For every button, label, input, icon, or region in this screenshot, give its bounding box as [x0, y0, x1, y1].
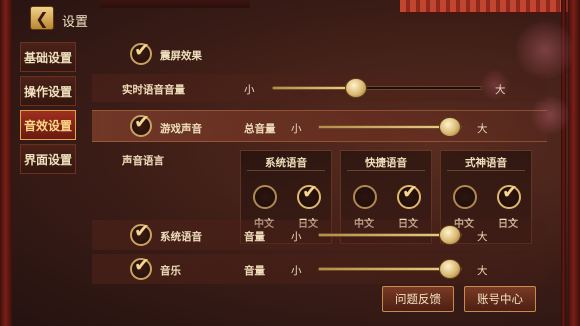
system-voice-label: 系统语音 [160, 231, 202, 243]
game-sound-checkbox[interactable] [130, 111, 152, 137]
chinese-radio[interactable] [353, 185, 377, 209]
game-sound-label: 游戏声音 [160, 123, 202, 135]
japanese-radio[interactable] [497, 181, 521, 209]
account-center-button[interactable]: 账号中心 [464, 286, 536, 312]
realtime-voice-max-label: 大 [495, 84, 506, 96]
page-title: 设置 [62, 15, 89, 30]
tab-basic-settings[interactable]: 基础设置 [20, 42, 76, 72]
system-voice-checkbox[interactable] [130, 220, 152, 246]
back-button[interactable]: ❮ [30, 6, 54, 30]
left-pillar [0, 0, 12, 326]
shake-checkbox[interactable] [130, 39, 152, 65]
system-voice-min-label: 小 [291, 231, 302, 243]
system-voice-volume-label: 音量 [244, 231, 265, 243]
group-divider [247, 170, 325, 171]
voice-language-label: 声音语言 [122, 155, 164, 167]
sidebar: 基础设置 操作设置 音效设置 界面设置 [20, 42, 76, 178]
chinese-radio[interactable] [253, 185, 277, 209]
music-volume-label: 音量 [244, 265, 265, 277]
game-sound-max-label: 大 [477, 123, 488, 135]
group-title: 快捷语音 [365, 157, 407, 169]
chevron-left-icon: ❮ [35, 8, 49, 28]
game-sound-min-label: 小 [291, 123, 302, 135]
realtime-voice-slider[interactable] [272, 78, 482, 98]
system-voice-row: 系统语音 音量 小 大 [92, 220, 547, 250]
group-divider [347, 170, 425, 171]
slider-fill [273, 87, 357, 89]
feedback-button[interactable]: 问题反馈 [382, 286, 454, 312]
shake-label: 震屏效果 [160, 50, 202, 62]
tab-interface-settings[interactable]: 界面设置 [20, 144, 76, 174]
music-checkbox[interactable] [130, 254, 152, 280]
game-sound-row: 游戏声音 总音量 小 大 [92, 110, 547, 142]
realtime-voice-label: 实时语音音量 [122, 84, 185, 96]
japanese-radio[interactable] [297, 181, 321, 209]
slider-knob[interactable] [345, 78, 368, 98]
tab-sound-settings[interactable]: 音效设置 [20, 110, 76, 140]
system-voice-max-label: 大 [477, 231, 488, 243]
slider-knob[interactable] [439, 225, 461, 245]
group-divider [447, 170, 525, 171]
game-sound-slider[interactable] [318, 117, 462, 137]
system-voice-slider[interactable] [318, 225, 462, 245]
music-row: 音乐 音量 小 大 [92, 254, 547, 284]
roof-decoration-left [100, 0, 250, 8]
settings-window: ❮ 设置 基础设置 操作设置 音效设置 界面设置 震屏效果 实时语音音量 小 大… [0, 0, 580, 326]
roof-decoration [400, 0, 580, 14]
group-title: 式神语音 [465, 157, 507, 169]
japanese-radio[interactable] [397, 181, 421, 209]
music-min-label: 小 [291, 265, 302, 277]
group-title: 系统语音 [265, 157, 307, 169]
sound-settings-panel: 震屏效果 实时语音音量 小 大 游戏声音 总音量 小 大 声音语言 [92, 36, 547, 326]
tab-control-settings[interactable]: 操作设置 [20, 76, 76, 106]
chinese-radio[interactable] [453, 185, 477, 209]
music-slider[interactable] [318, 259, 462, 279]
total-volume-label: 总音量 [244, 123, 276, 135]
slider-knob[interactable] [439, 259, 461, 279]
music-max-label: 大 [477, 265, 488, 277]
music-label: 音乐 [160, 265, 181, 277]
shake-row: 震屏效果 [92, 39, 547, 68]
slider-knob[interactable] [439, 117, 461, 137]
realtime-voice-row: 实时语音音量 小 大 [92, 74, 547, 102]
realtime-voice-min-label: 小 [244, 84, 255, 96]
